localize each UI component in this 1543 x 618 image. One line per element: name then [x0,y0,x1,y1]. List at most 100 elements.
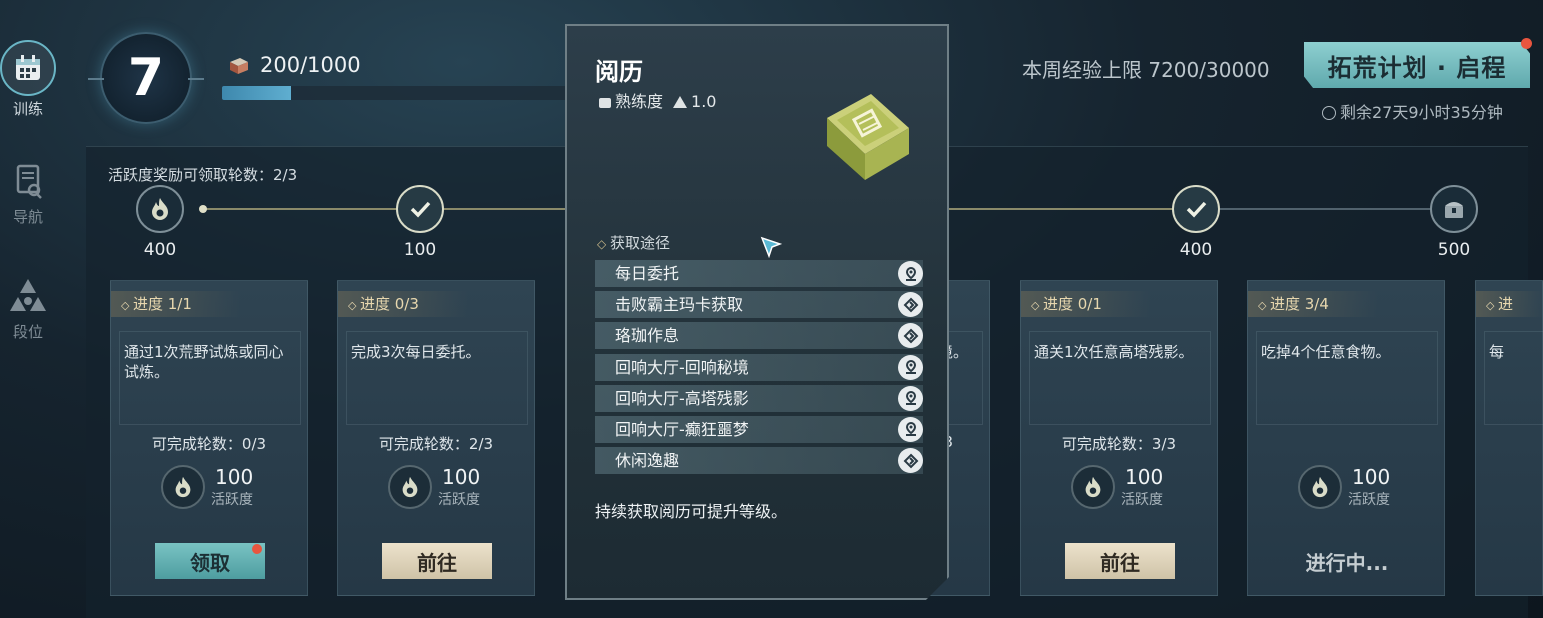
task-description: 吃掉4个任意食物。 [1256,331,1438,425]
task-reward-unit: 活跃度 [211,492,253,508]
activity-node-5[interactable] [1430,185,1478,233]
source-item[interactable]: 珞珈作息 [595,322,923,350]
activity-node-value-1: 400 [143,240,177,260]
source-section-title: 获取途径 [597,232,670,253]
task-card: 进度 0/1 通关1次任意高塔残影。 可完成轮数：3/3 100 活跃度 前往 [1020,280,1218,596]
nav-item-training[interactable]: 训练 [0,40,56,119]
nav-item-navigation[interactable]: 导航 [0,160,56,227]
go-button[interactable]: 前往 [382,543,492,579]
nav-training-circle [0,40,56,96]
level-number: 7 [127,48,165,108]
book-icon [230,58,248,74]
task-description: 通关1次任意高塔残影。 [1029,331,1211,425]
flame-icon [1298,465,1342,509]
plan-timer: 剩余27天9小时35分钟 [1322,99,1503,123]
exp-bar-fill [222,86,292,100]
task-card: 进度 0/3 完成3次每日委托。 可完成轮数：2/3 100 活跃度 前往 [337,280,535,596]
task-reward-value: 100 [442,465,481,489]
task-description: 每 [1484,331,1543,425]
map-pin-icon[interactable] [898,261,923,286]
calendar-icon [16,55,40,80]
task-progress: 进度 1/1 [111,291,241,317]
claim-alert-dot [252,544,262,554]
plan-timer-text: 剩余27天9小时35分钟 [1340,103,1503,122]
activity-track-remaining [1216,208,1446,210]
task-reward-value: 100 [1352,465,1391,489]
claim-button[interactable]: 领取 [155,543,265,579]
task-progress: 进 [1476,291,1543,317]
source-item[interactable]: 休闲逸趣 [595,447,923,475]
task-progress: 进度 0/1 [1021,291,1151,317]
level-badge: 7 [88,32,204,124]
task-card: 进 每 [1475,280,1543,596]
arrow-icon[interactable] [898,323,923,349]
source-item[interactable]: 回响大厅-高塔残影 [595,384,923,412]
left-nav: 训练 导航 段位 [0,0,60,618]
source-label: 击败霸主玛卡获取 [615,295,744,315]
arrow-icon[interactable] [898,292,923,318]
mouse-cursor-icon [760,236,782,258]
activity-progress-dot [199,205,207,213]
chest-icon [1445,202,1463,218]
rank-icon [10,279,46,311]
pioneer-plan-button[interactable]: 拓荒计划 · 启程 [1304,42,1530,88]
activity-node-4[interactable] [1172,185,1220,233]
proficiency-icon [599,98,611,108]
source-item[interactable]: 击败霸主玛卡获取 [595,291,923,319]
check-icon [1186,201,1207,218]
experience-book-icon [827,94,909,180]
nav-label-navigation: 导航 [12,208,43,226]
item-title: 阅历 [595,58,643,86]
weight-icon [673,96,688,108]
plan-alert-dot [1521,38,1532,49]
map-pin-icon[interactable] [898,354,923,380]
task-progress: 进度 0/3 [338,291,468,317]
task-description: 完成3次每日委托。 [346,331,528,425]
task-rounds: 可完成轮数：3/3 [1061,435,1177,453]
source-label: 回响大厅-癫狂噩梦 [615,419,749,439]
document-icon [16,164,42,199]
source-label: 回响大厅-回响秘境 [615,357,749,377]
activity-node-1[interactable] [136,185,184,233]
task-reward-value: 100 [1125,465,1164,489]
proficiency-value: 1.0 [691,92,717,111]
arrow-icon[interactable] [898,448,923,474]
source-label: 珞珈作息 [615,326,680,346]
task-description: 通过1次荒野试炼或同心试炼。 [119,331,301,425]
task-reward-unit: 活跃度 [438,492,480,508]
flame-icon [1071,465,1115,509]
task-reward-unit: 活跃度 [1121,492,1163,508]
source-label: 回响大厅-高塔残影 [615,388,749,408]
flame-icon [388,465,432,509]
item-meta: 熟练度 1.0 [599,88,716,112]
task-card: 进度 1/1 通过1次荒野试炼或同心试炼。 可完成轮数：0/3 100 活跃度 … [110,280,308,596]
source-list: 每日委托 击败霸主玛卡获取 珞珈作息 回响大厅-回响秘境 回响大厅-高塔残影 回… [595,260,923,478]
task-reward-value: 100 [215,465,254,489]
activity-node-2[interactable] [396,185,444,233]
nav-item-rank[interactable]: 段位 [0,275,56,342]
source-label: 休闲逸趣 [615,451,680,471]
source-item[interactable]: 每日委托 [595,260,923,287]
activity-node-value-4: 400 [1179,240,1213,260]
nav-label-rank: 段位 [12,323,43,341]
task-reward-unit: 活跃度 [1348,492,1390,508]
map-pin-icon[interactable] [898,416,923,442]
activity-node-value-5: 500 [1437,240,1471,260]
source-item[interactable]: 回响大厅-回响秘境 [595,353,923,381]
proficiency-label: 熟练度 [615,92,664,111]
source-item[interactable]: 回响大厅-癫狂噩梦 [595,415,923,443]
reward-rounds-label: 活跃度奖励可领取轮数：2/3 [108,166,298,184]
item-note: 持续获取阅历可提升等级。 [595,502,788,521]
task-progress: 进度 3/4 [1248,291,1378,317]
source-label: 每日委托 [615,264,680,283]
in-progress-status: 进行中... [1305,550,1389,575]
exp-bar [222,86,568,100]
task-rounds: 可完成轮数：2/3 [378,435,494,453]
map-pin-icon[interactable] [898,385,923,411]
nav-label-training: 训练 [12,100,43,118]
activity-node-value-2: 100 [403,240,437,260]
task-rounds: 可完成轮数：0/3 [151,435,267,453]
flame-icon [152,198,168,220]
clock-icon [1322,106,1336,120]
go-button[interactable]: 前往 [1065,543,1175,579]
